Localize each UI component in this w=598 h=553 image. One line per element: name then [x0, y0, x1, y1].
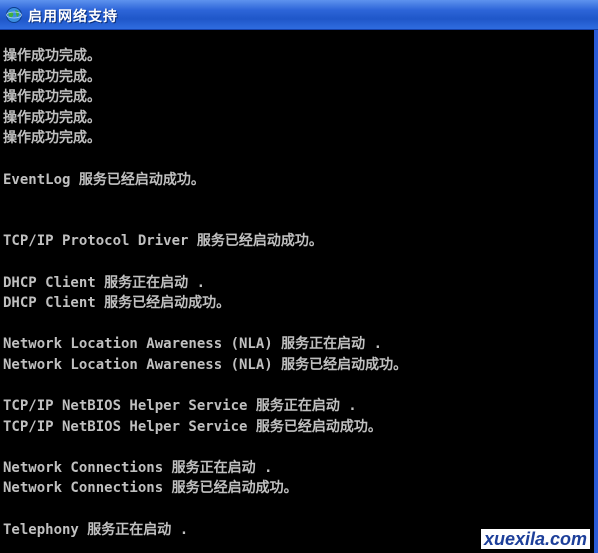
console-line: Network Connections 服务已经启动成功。 [3, 480, 298, 497]
title-bar[interactable]: 启用网络支持 [0, 0, 598, 30]
console-line: TCP/IP NetBIOS Helper Service 服务正在启动 . [3, 398, 357, 415]
watermark-text: xuexila.com [480, 529, 590, 549]
console-line: 操作成功完成。 [3, 130, 101, 147]
console-line: Network Connections 服务正在启动 . [3, 459, 273, 476]
console-line: Network Location Awareness (NLA) 服务正在启动 … [3, 336, 383, 353]
network-globe-icon [6, 7, 22, 23]
console-output[interactable]: 操作成功完成。 操作成功完成。 操作成功完成。 操作成功完成。 操作成功完成。 Event… [3, 46, 588, 553]
console-line: DHCP Client 服务已经启动成功。 [3, 295, 231, 312]
console-line: 操作成功完成。 [3, 89, 101, 106]
console-line: Network Location Awareness (NLA) 服务已经启动成… [3, 356, 408, 373]
console-line: EventLog 服务已经启动成功。 [3, 171, 205, 188]
console-line: TCP/IP NetBIOS Helper Service 服务已经启动成功。 [3, 418, 382, 435]
window-title: 启用网络支持 [28, 9, 118, 25]
console-line: 操作成功完成。 [3, 68, 101, 85]
console-line: DHCP Client 服务正在启动 . [3, 274, 206, 291]
console-line: TCP/IP Protocol Driver 服务已经启动成功。 [3, 233, 323, 250]
console-line: 操作成功完成。 [3, 109, 101, 126]
console-window: 启用网络支持 操作成功完成。 操作成功完成。 操作成功完成。 操作成功完成。 操作成功完… [0, 0, 598, 553]
console-line: 操作成功完成。 [3, 48, 101, 64]
